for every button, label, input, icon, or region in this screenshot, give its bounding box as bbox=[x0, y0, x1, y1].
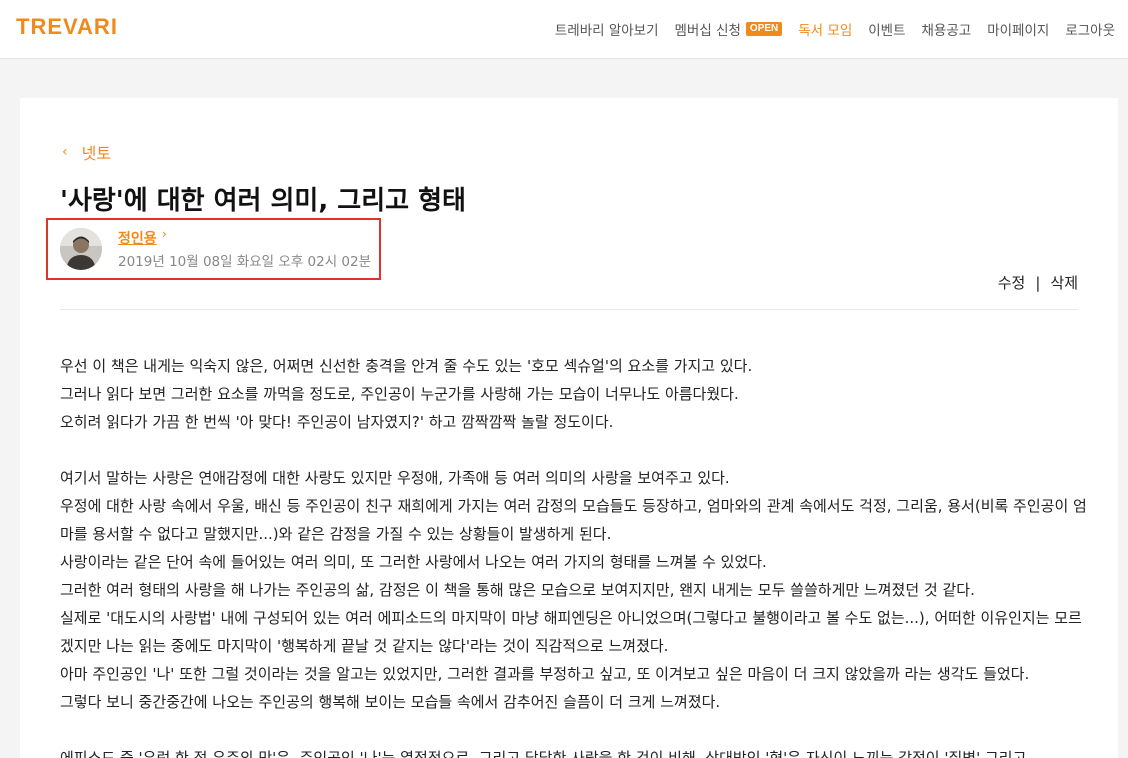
nav-jobs[interactable]: 채용공고 bbox=[922, 19, 972, 39]
trevari-logo[interactable]: TREVARI bbox=[16, 14, 118, 40]
body-paragraph: 에피소드 중 '우럭 한 점 우주의 맛'은, 주인공인 '나'는 열정적으로,… bbox=[60, 749, 1027, 758]
nav-jobs-label: 채용공고 bbox=[921, 23, 972, 39]
avatar[interactable] bbox=[60, 228, 102, 270]
post-card: ‹ 넷토 '사랑'에 대한 여러 의미, 그리고 형태 정인용 › 2019년 … bbox=[20, 98, 1118, 758]
body-paragraph: 여기서 말하는 사랑은 연애감정에 대한 사랑도 있지만 우정애, 가족애 등 … bbox=[60, 469, 730, 487]
body-paragraph: 실제로 '대도시의 사랑법' 내에 구성되어 있는 여러 에피소드의 마지막이 … bbox=[60, 609, 1082, 655]
nav-book-club-label: 독서 모임 bbox=[798, 23, 853, 39]
nav-logout-label: 로그아웃 bbox=[1065, 23, 1115, 39]
author-name[interactable]: 정인용 bbox=[118, 228, 157, 248]
nav-about-label: 트레바리 알아보기 bbox=[554, 23, 659, 39]
body-paragraph: 그러나 읽다 보면 그러한 요소를 까먹을 정도로, 주인공이 누군가를 사랑해… bbox=[60, 385, 739, 403]
nav-events[interactable]: 이벤트 bbox=[868, 19, 905, 39]
body-paragraph: 사랑이라는 같은 단어 속에 들어있는 여러 의미, 또 그러한 사랑에서 나오… bbox=[60, 553, 767, 571]
top-navigation-bar: TREVARI 트레바리 알아보기 멤버십 신청 OPEN 독서 모임 이벤트 … bbox=[0, 0, 1128, 59]
post-body: 우선 이 책은 내게는 익숙지 않은, 어쩌면 신선한 충격을 안겨 줄 수도 … bbox=[60, 352, 1090, 758]
body-paragraph: 우선 이 책은 내게는 익숙지 않은, 어쩌면 신선한 충격을 안겨 줄 수도 … bbox=[60, 357, 753, 375]
nav-membership[interactable]: 멤버십 신청 OPEN bbox=[675, 19, 783, 39]
body-paragraph: 오히려 읽다가 가끔 한 번씩 '아 맞다! 주인공이 남자였지?' 하고 깜짝… bbox=[60, 413, 614, 431]
post-title: '사랑'에 대한 여러 의미, 그리고 형태 bbox=[60, 186, 466, 216]
body-paragraph: 그렇다 보니 중간중간에 나오는 주인공의 행복해 보이는 모습들 속에서 감추… bbox=[60, 693, 721, 711]
delete-button[interactable]: 삭제 bbox=[1050, 272, 1078, 293]
nav-about[interactable]: 트레바리 알아보기 bbox=[555, 19, 659, 39]
back-link[interactable]: ‹ 넷토 bbox=[62, 140, 111, 164]
nav-book-club[interactable]: 독서 모임 bbox=[798, 19, 852, 39]
chevron-right-icon: › bbox=[162, 227, 167, 241]
author-info: 정인용 › 2019년 10월 08일 화요일 오후 02시 02분 bbox=[46, 218, 381, 280]
nav-membership-label: 멤버십 신청 bbox=[674, 23, 741, 39]
nav-logout[interactable]: 로그아웃 bbox=[1065, 19, 1115, 39]
back-link-label: 넷토 bbox=[81, 144, 112, 163]
edit-button[interactable]: 수정 bbox=[998, 272, 1026, 293]
post-actions: 수정 | 삭제 bbox=[998, 272, 1078, 293]
open-badge: OPEN bbox=[745, 22, 783, 36]
body-paragraph: 그러한 여러 형태의 사랑을 해 나가는 주인공의 삶, 감정은 이 책을 통해… bbox=[60, 581, 975, 599]
nav-events-label: 이벤트 bbox=[868, 23, 906, 39]
body-paragraph: 우정에 대한 사랑 속에서 우울, 배신 등 주인공이 친구 재희에게 가지는 … bbox=[60, 497, 1087, 543]
main-nav: 트레바리 알아보기 멤버십 신청 OPEN 독서 모임 이벤트 채용공고 마이페… bbox=[555, 19, 1115, 39]
nav-mypage[interactable]: 마이페이지 bbox=[987, 19, 1049, 39]
nav-mypage-label: 마이페이지 bbox=[987, 23, 1050, 39]
divider bbox=[60, 309, 1078, 310]
chevron-left-icon: ‹ bbox=[62, 144, 68, 160]
post-date: 2019년 10월 08일 화요일 오후 02시 02분 bbox=[118, 254, 372, 270]
action-separator: | bbox=[1035, 273, 1041, 292]
body-paragraph: 아마 주인공인 '나' 또한 그럴 것이라는 것을 알고는 있었지만, 그러한 … bbox=[60, 665, 1030, 683]
